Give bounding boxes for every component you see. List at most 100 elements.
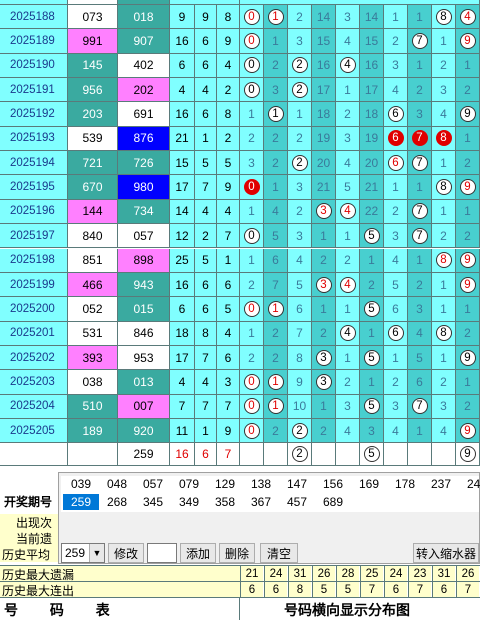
option-item[interactable]: 367	[243, 494, 279, 510]
distribution-cell: 7	[408, 224, 432, 249]
number-a-cell: 956	[68, 78, 118, 103]
options-list[interactable]: 039048057079129138147156169178237246 259…	[61, 476, 480, 512]
chevron-down-icon[interactable]: ▼	[89, 544, 104, 562]
max-miss-value: 25	[360, 566, 383, 582]
distribution-cell: 1	[264, 370, 288, 395]
footer-bar: 号 码 表 号码横向显示分布图	[0, 597, 480, 620]
number-b-cell: 907	[118, 29, 170, 54]
combo-select[interactable]: 259 ▼	[61, 543, 105, 563]
option-item[interactable]: 268	[99, 494, 135, 510]
miss-count: 2	[272, 58, 279, 73]
miss-count: 2	[272, 423, 279, 438]
distribution-cell: 0	[240, 224, 264, 249]
option-item[interactable]: 048	[99, 476, 135, 492]
clear-button[interactable]: 清空	[260, 543, 298, 563]
distribution-cell: 0	[240, 29, 264, 54]
hit-ball: 4	[339, 276, 356, 293]
number-a-cell: 073	[68, 5, 118, 30]
tail-cell: 2	[217, 78, 240, 103]
distribution-cell: 1	[360, 248, 384, 273]
miss-count: 2	[416, 82, 423, 97]
tail-cell: 6	[217, 345, 240, 371]
distribution-cell: 1	[264, 394, 288, 419]
option-item[interactable]: 039	[63, 476, 99, 492]
option-item[interactable]: 358	[207, 494, 243, 510]
distribution-cell: 21	[360, 175, 384, 200]
forecast-distribution-cell	[312, 443, 336, 466]
miss-count: 1	[464, 131, 471, 146]
distribution-cell: 3	[312, 345, 336, 371]
number-a-cell: 531	[68, 321, 118, 346]
delete-button[interactable]: 删除	[219, 543, 255, 563]
miss-count: 6	[272, 253, 279, 268]
option-item[interactable]: 138	[243, 476, 279, 492]
sum-cell: 18	[170, 321, 195, 346]
option-item[interactable]: 246	[459, 476, 480, 492]
hit-ball: 3	[315, 276, 332, 293]
number-a-cell: 393	[68, 345, 118, 371]
hit-ball: 2	[291, 154, 308, 171]
forecast-number-cell: 259	[118, 443, 170, 466]
forecast-span-cell: 6	[195, 443, 217, 466]
miss-count: 1	[416, 180, 423, 195]
option-item[interactable]: 169	[351, 476, 387, 492]
option-item[interactable]: 237	[423, 476, 459, 492]
distribution-cell: 4	[336, 53, 360, 79]
option-item[interactable]: 349	[171, 494, 207, 510]
tail-cell: 9	[217, 29, 240, 54]
miss-count: 2	[464, 228, 471, 243]
number-table-title: 号 码 表	[4, 602, 124, 618]
distribution-cell: 5	[360, 297, 384, 322]
option-item[interactable]: 345	[135, 494, 171, 510]
distribution-cell: 3	[408, 102, 432, 127]
distribution-cell: 14	[360, 5, 384, 30]
option-item[interactable]: 259	[63, 494, 99, 510]
hit-ball: 8	[435, 130, 452, 147]
distribution-cell: 3	[336, 394, 360, 419]
option-item[interactable]: 147	[279, 476, 315, 492]
tail-cell: 4	[217, 53, 240, 79]
distribution-cell: 1	[408, 248, 432, 273]
option-item[interactable]: 129	[207, 476, 243, 492]
option-item[interactable]: 457	[279, 494, 315, 510]
distribution-cell: 4	[288, 248, 312, 273]
miss-count: 1	[416, 253, 423, 268]
shrink-button[interactable]: 转入缩水器	[413, 543, 479, 563]
span-cell: 4	[195, 199, 217, 225]
miss-count: 1	[464, 58, 471, 73]
distribution-cell: 1	[384, 345, 408, 371]
distribution-cell: 4	[264, 199, 288, 225]
sum-cell: 12	[170, 224, 195, 249]
miss-count: 1	[440, 34, 447, 49]
modify-button[interactable]: 修改	[108, 543, 144, 563]
tail-cell: 8	[217, 5, 240, 30]
distribution-cell: 3	[336, 5, 360, 30]
option-item[interactable]: 079	[171, 476, 207, 492]
hit-ball: 9	[459, 276, 476, 293]
distribution-cell: 6	[384, 297, 408, 322]
hit-ball: 2	[291, 57, 308, 74]
distribution-cell: 4	[336, 199, 360, 225]
option-item[interactable]: 689	[315, 494, 351, 510]
option-item[interactable]: 057	[135, 476, 171, 492]
add-button[interactable]: 添加	[180, 543, 216, 563]
distribution-cell: 2	[264, 321, 288, 346]
period-cell: 2025192	[0, 102, 68, 127]
distribution-cell: 5	[264, 224, 288, 249]
option-item[interactable]: 178	[387, 476, 423, 492]
distribution-cell: 9	[456, 29, 480, 54]
hit-ball: 5	[363, 349, 380, 366]
distribution-cell: 9	[456, 175, 480, 200]
number-input[interactable]	[147, 543, 177, 563]
span-cell: 9	[195, 5, 217, 30]
option-item[interactable]: 156	[315, 476, 351, 492]
hit-ball: 0	[243, 179, 260, 196]
distribution-cell: 1	[240, 248, 264, 273]
tail-cell: 5	[217, 297, 240, 322]
hit-ball: 7	[411, 398, 428, 415]
miss-count: 1	[248, 253, 255, 268]
miss-count: 3	[296, 34, 303, 49]
span-cell: 8	[195, 321, 217, 346]
span-cell: 2	[195, 224, 217, 249]
hit-ball: 0	[243, 398, 260, 415]
